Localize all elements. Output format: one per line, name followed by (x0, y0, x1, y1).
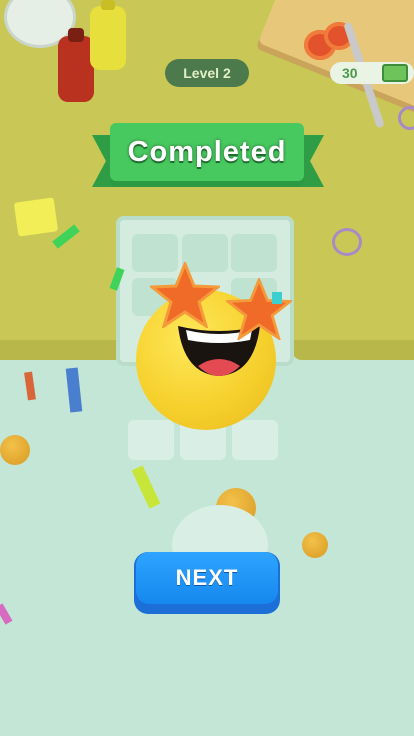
cash-icon (382, 64, 408, 82)
mustard-cap-icon (101, 0, 115, 10)
completed-banner: Completed (110, 123, 304, 181)
next-button[interactable]: NEXT (136, 552, 278, 604)
ketchup-bottle-icon (58, 36, 94, 102)
table-edge-right (292, 340, 414, 360)
star-eye-right-icon (226, 278, 292, 340)
burger-bun-icon (302, 532, 328, 558)
level-indicator: Level 2 (165, 59, 249, 87)
onion-ring-icon (332, 228, 362, 256)
floor-tile (128, 420, 174, 460)
floor-tile (232, 420, 278, 460)
tray-tile (231, 234, 277, 272)
mustard-bottle-icon (90, 6, 126, 70)
table-edge-left (0, 340, 130, 360)
star-eye-left-icon (150, 262, 220, 328)
cheese-slice-icon (13, 197, 59, 237)
ketchup-cap-icon (68, 28, 84, 42)
burger-bun-icon (0, 435, 30, 465)
confetti-piece (272, 292, 282, 304)
